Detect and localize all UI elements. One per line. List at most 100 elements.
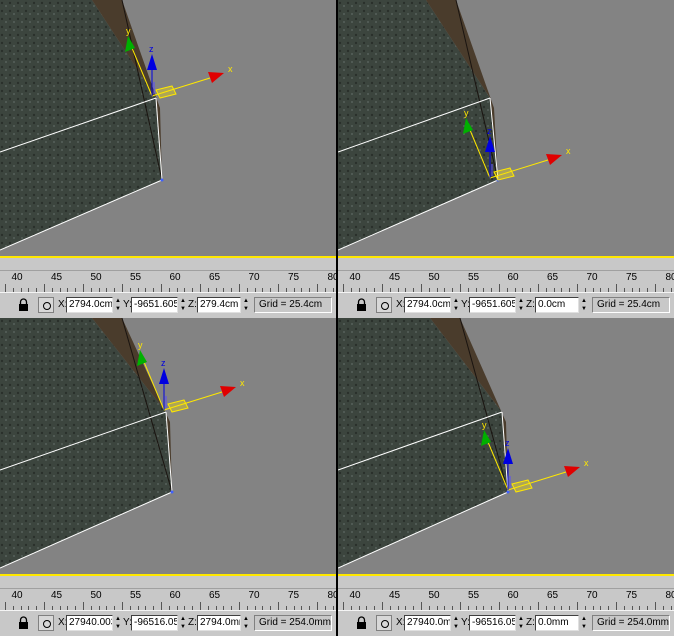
time-ruler[interactable]: 40 45 50 55 60 65 70 75 80 xyxy=(0,270,336,292)
gizmo-label-y: y xyxy=(126,26,131,36)
ruler-label: 45 xyxy=(50,590,63,601)
ruler-tick xyxy=(382,284,383,292)
x-spinner[interactable]: ▲ ▼ xyxy=(114,297,122,313)
gizmo-label-y: y xyxy=(464,108,469,118)
lock-icon[interactable] xyxy=(356,298,367,312)
gizmo-label-x: x xyxy=(228,64,233,74)
z-spinner[interactable]: ▲ ▼ xyxy=(242,615,250,631)
ruler-label: 45 xyxy=(50,272,63,283)
y-coordinate-field[interactable]: -96516.05r xyxy=(469,615,516,631)
ruler-label: 55 xyxy=(467,272,480,283)
ruler-label: 40 xyxy=(11,590,23,601)
gizmo-label-y: y xyxy=(138,340,143,350)
y-coordinate-field[interactable]: -9651.605c xyxy=(469,297,516,313)
ruler-tick xyxy=(382,602,383,610)
viewport-canvas[interactable]: x y z xyxy=(0,318,336,574)
ruler-label: 75 xyxy=(625,590,638,601)
x-coordinate-field[interactable]: 27940.003 xyxy=(66,615,113,631)
gizmo-label-y: y xyxy=(482,420,487,430)
x-spinner[interactable]: ▲ ▼ xyxy=(452,297,460,313)
lock-icon[interactable] xyxy=(18,298,29,312)
ruler-label: 70 xyxy=(248,272,260,283)
y-spinner[interactable]: ▲ ▼ xyxy=(179,297,187,313)
time-ruler[interactable]: 40 45 50 55 60 65 70 75 80 xyxy=(338,588,674,610)
z-spinner[interactable]: ▲ ▼ xyxy=(242,297,250,313)
slab-top-face xyxy=(0,0,162,250)
gizmo-label-z: z xyxy=(505,438,510,448)
z-coordinate-field[interactable]: 2794.0mm xyxy=(197,615,241,631)
z-label: Z: xyxy=(526,617,535,628)
ruler-tick xyxy=(83,602,84,610)
ruler-label: 65 xyxy=(546,272,559,283)
lock-icon[interactable] xyxy=(18,616,29,630)
lock-icon[interactable] xyxy=(356,616,367,630)
y-coordinate-field[interactable]: -96516.05r xyxy=(131,615,178,631)
ruler-tick xyxy=(122,284,123,292)
z-coordinate-field[interactable]: 0.0mm xyxy=(535,615,579,631)
viewport-canvas[interactable]: x y z xyxy=(338,0,674,256)
time-ruler[interactable]: 40 45 50 55 60 65 70 75 80 xyxy=(0,588,336,610)
viewport-panel-4: x y z 40 45 50 55 60 65 70 75 80 X:27940.0mm▲▼Y:-965… xyxy=(338,318,674,636)
z-label: Z: xyxy=(526,299,535,310)
viewport-canvas[interactable]: x y z xyxy=(338,318,674,574)
ruler-tick xyxy=(44,284,45,292)
ruler-tick xyxy=(655,284,656,292)
z-spinner[interactable]: ▲ ▼ xyxy=(580,615,588,631)
absolute-mode-toggle[interactable] xyxy=(376,297,392,313)
y-spinner[interactable]: ▲ ▼ xyxy=(517,615,525,631)
time-ruler[interactable]: 40 45 50 55 60 65 70 75 80 xyxy=(338,270,674,292)
ruler-tick xyxy=(538,284,539,292)
absolute-mode-toggle[interactable] xyxy=(38,297,54,313)
gizmo-label-z: z xyxy=(487,126,492,136)
x-coordinate-field[interactable]: 2794.0cm xyxy=(66,297,113,313)
grid-size-readout: Grid = 254.0mm xyxy=(592,615,670,631)
ruler-label: 80 xyxy=(327,272,336,283)
x-spinner[interactable]: ▲ ▼ xyxy=(452,615,460,631)
y-coordinate-field[interactable]: -9651.605c xyxy=(131,297,178,313)
z-coordinate-field[interactable]: 0.0cm xyxy=(535,297,579,313)
ruler-tick xyxy=(278,602,279,610)
ruler-label: 50 xyxy=(90,590,102,601)
ruler-tick xyxy=(499,284,500,292)
z-coordinate-field[interactable]: 279.4cm xyxy=(197,297,241,313)
grid-size-readout: Grid = 25.4cm xyxy=(254,297,332,313)
ruler-tick xyxy=(161,602,162,610)
ruler-label: 50 xyxy=(90,272,102,283)
x-coordinate-field[interactable]: 2794.0cm xyxy=(404,297,451,313)
gizmo-label-x: x xyxy=(584,458,589,468)
ruler-tick xyxy=(239,284,240,292)
ruler-label: 40 xyxy=(11,272,23,283)
ruler-label: 50 xyxy=(428,590,440,601)
ruler-label: 75 xyxy=(287,272,300,283)
ruler-tick xyxy=(616,602,617,610)
ruler-label: 75 xyxy=(625,272,638,283)
x-spinner[interactable]: ▲ ▼ xyxy=(114,615,122,631)
viewport-grid: x y z 40 45 50 55 60 65 70 75 80 X: 2794.0cm ▲ ▼ Y: -9651… xyxy=(0,0,674,636)
ruler-label: 70 xyxy=(586,590,598,601)
ruler-tick xyxy=(499,602,500,610)
viewport-canvas[interactable]: x y z xyxy=(0,0,336,256)
y-spinner[interactable]: ▲ ▼ xyxy=(179,615,187,631)
ruler-tick xyxy=(200,602,201,610)
ruler-tick xyxy=(239,602,240,610)
ruler-tick xyxy=(44,602,45,610)
ruler-tick xyxy=(278,284,279,292)
spacer xyxy=(338,258,674,270)
z-spinner[interactable]: ▲ ▼ xyxy=(580,297,588,313)
absolute-mode-toggle[interactable] xyxy=(376,615,392,631)
ruler-tick xyxy=(317,284,318,292)
spacer xyxy=(0,258,336,270)
grid-size-readout: Grid = 25.4cm xyxy=(592,297,670,313)
viewport-panel-2: x y z 40 45 50 55 60 65 70 75 80 X: 2794.0cm ▲ ▼ Y: -9651… xyxy=(338,0,674,318)
gizmo-label-z: z xyxy=(149,44,154,54)
x-coordinate-field[interactable]: 27940.0mm xyxy=(404,615,451,631)
ruler-tick xyxy=(83,284,84,292)
absolute-mode-toggle[interactable] xyxy=(38,615,54,631)
spacer xyxy=(0,576,336,588)
coordinate-status-bar: X:27940.0mm▲▼Y:-96516.05r▲▼Z:0.0mm▲▼Grid… xyxy=(338,610,674,636)
ruler-tick xyxy=(460,284,461,292)
ruler-label: 55 xyxy=(467,590,480,601)
ruler-label: 80 xyxy=(665,590,674,601)
y-spinner[interactable]: ▲ ▼ xyxy=(517,297,525,313)
ruler-label: 80 xyxy=(665,272,674,283)
